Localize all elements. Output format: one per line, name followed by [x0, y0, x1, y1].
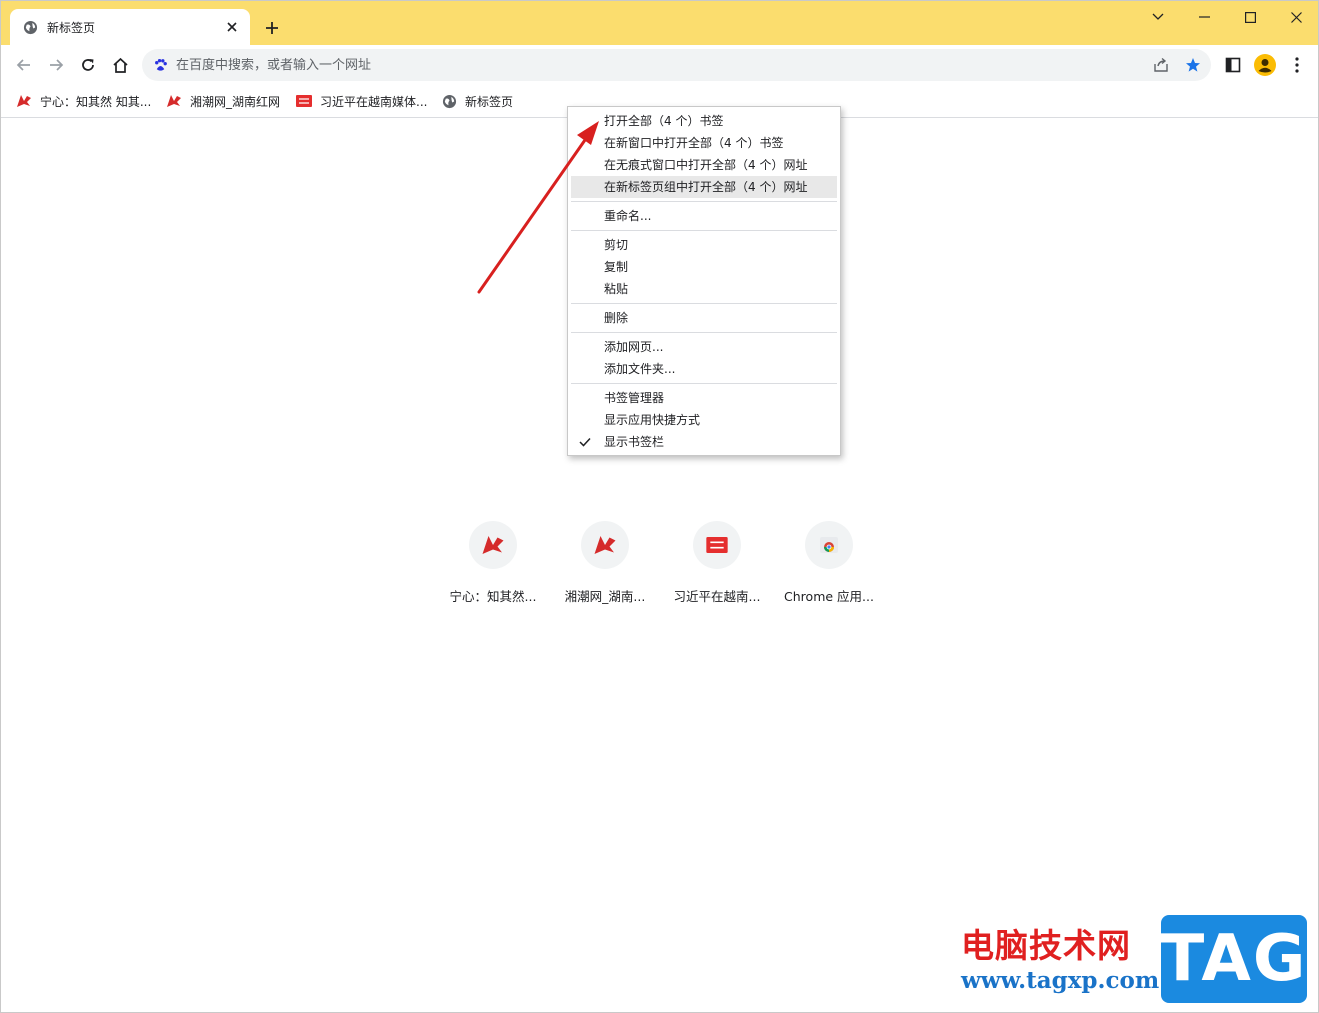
shortcut-tile[interactable]: Chrome 应用... [773, 521, 885, 611]
minimize-icon [1198, 16, 1210, 18]
reload-button[interactable] [74, 51, 102, 79]
menu-item-open-all[interactable]: 打开全部（4 个）书签 [571, 110, 837, 132]
menu-item-open-all-incognito[interactable]: 在无痕式窗口中打开全部（4 个）网址 [571, 154, 837, 176]
watermark-site-name: 电脑技术网 [961, 926, 1131, 965]
maximize-button[interactable] [1227, 1, 1273, 33]
toutiao-icon [296, 93, 312, 109]
shortcut-tile[interactable]: 湘潮网_湖南... [549, 521, 661, 611]
tab-new-tab[interactable]: 新标签页 [10, 9, 250, 45]
maximize-icon [1244, 11, 1256, 23]
bookmark-label: 宁心：知其然 知其... [40, 94, 152, 109]
chevron-down-icon [1152, 13, 1164, 20]
menu-item-open-all-tab-group[interactable]: 在新标签页组中打开全部（4 个）网址 [571, 176, 837, 198]
menu-item-show-apps-shortcut[interactable]: 显示应用快捷方式 [571, 409, 837, 431]
home-icon [112, 57, 128, 73]
omnibox[interactable] [142, 49, 1211, 81]
shortcut-label: Chrome 应用... [784, 589, 874, 604]
menu-item-delete[interactable]: 删除 [571, 307, 837, 329]
arrow-left-icon [16, 59, 30, 71]
shortcut-icon-circle [469, 521, 517, 569]
arrow-right-icon [50, 59, 64, 71]
toolbar [1, 45, 1318, 85]
menu-item-show-bookmarks-bar[interactable]: 显示书签栏 [571, 431, 837, 453]
globe-icon [441, 93, 457, 109]
menu-item-label: 显示书签栏 [604, 435, 665, 449]
shortcut-label: 湘潮网_湖南... [564, 589, 646, 604]
red-logo-icon [594, 536, 616, 554]
menu-separator [571, 201, 837, 202]
tab-strip: 新标签页 [1, 1, 1318, 45]
bookmark-item[interactable]: 宁心：知其然 知其... [10, 90, 157, 112]
share-icon[interactable] [1149, 53, 1173, 77]
bookmark-label: 习近平在越南媒体... [320, 94, 428, 109]
menu-item-copy[interactable]: 复制 [571, 256, 837, 278]
star-icon[interactable] [1181, 53, 1205, 77]
omnibox-input[interactable] [176, 57, 1076, 73]
menu-separator [571, 332, 837, 333]
bookmark-context-menu: 打开全部（4 个）书签 在新窗口中打开全部（4 个）书签 在无痕式窗口中打开全部… [567, 106, 841, 456]
menu-item-paste[interactable]: 粘贴 [571, 278, 837, 300]
red-logo-icon [482, 536, 504, 554]
chrome-icon [820, 537, 838, 553]
watermark-url: www.tagxp.com [961, 967, 1160, 994]
bookmark-label: 新标签页 [465, 94, 514, 109]
watermark-logo: TAG [1161, 915, 1307, 1003]
tab-title: 新标签页 [47, 20, 96, 35]
home-button[interactable] [106, 51, 134, 79]
shortcut-label: 宁心：知其然... [449, 589, 537, 604]
shortcut-icon-circle [693, 521, 741, 569]
shortcut-icon-circle [805, 521, 853, 569]
more-vert-icon [1295, 57, 1299, 73]
menu-button[interactable] [1283, 51, 1311, 79]
back-button[interactable] [10, 51, 38, 79]
side-panel-button[interactable] [1219, 51, 1247, 79]
menu-item-add-page[interactable]: 添加网页... [571, 336, 837, 358]
bookmark-item[interactable]: 习近平在越南媒体... [290, 90, 433, 112]
menu-item-add-folder[interactable]: 添加文件夹... [571, 358, 837, 380]
shortcut-label: 习近平在越南... [673, 589, 761, 604]
profile-button[interactable] [1251, 51, 1279, 79]
minimize-button[interactable] [1181, 1, 1227, 33]
red-logo-icon [16, 93, 32, 109]
new-tab-button[interactable] [259, 15, 285, 41]
tab-search-button[interactable] [1135, 1, 1181, 33]
bookmark-label: 湘潮网_湖南红网 [190, 94, 281, 109]
menu-item-rename[interactable]: 重命名... [571, 205, 837, 227]
globe-icon [22, 19, 38, 35]
menu-separator [571, 230, 837, 231]
menu-separator [571, 303, 837, 304]
avatar-icon [1254, 54, 1276, 76]
close-icon [1290, 11, 1302, 23]
menu-item-bookmark-manager[interactable]: 书签管理器 [571, 387, 837, 409]
menu-separator [571, 383, 837, 384]
bookmark-item[interactable]: 湘潮网_湖南红网 [160, 90, 286, 112]
close-icon[interactable] [224, 19, 240, 35]
reload-icon [82, 59, 94, 71]
toutiao-icon [706, 537, 728, 553]
shortcut-icon-circle [581, 521, 629, 569]
plus-icon [266, 22, 278, 34]
menu-item-open-all-new-window[interactable]: 在新窗口中打开全部（4 个）书签 [571, 132, 837, 154]
side-panel-icon [1225, 57, 1241, 73]
red-logo-icon [166, 93, 182, 109]
baidu-paw-icon [152, 57, 168, 73]
menu-item-cut[interactable]: 剪切 [571, 234, 837, 256]
shortcut-tile[interactable]: 宁心：知其然... [437, 521, 549, 611]
forward-button[interactable] [42, 51, 70, 79]
shortcut-tile[interactable]: 习近平在越南... [661, 521, 773, 611]
close-window-button[interactable] [1273, 1, 1318, 33]
check-icon [579, 431, 593, 453]
bookmark-item[interactable]: 新标签页 [435, 90, 519, 112]
browser-window: 新标签页 在百度中搜索，或者输入一个网址 宁心：知其然 知其... 湘潮网_湖南… [0, 0, 1319, 1013]
